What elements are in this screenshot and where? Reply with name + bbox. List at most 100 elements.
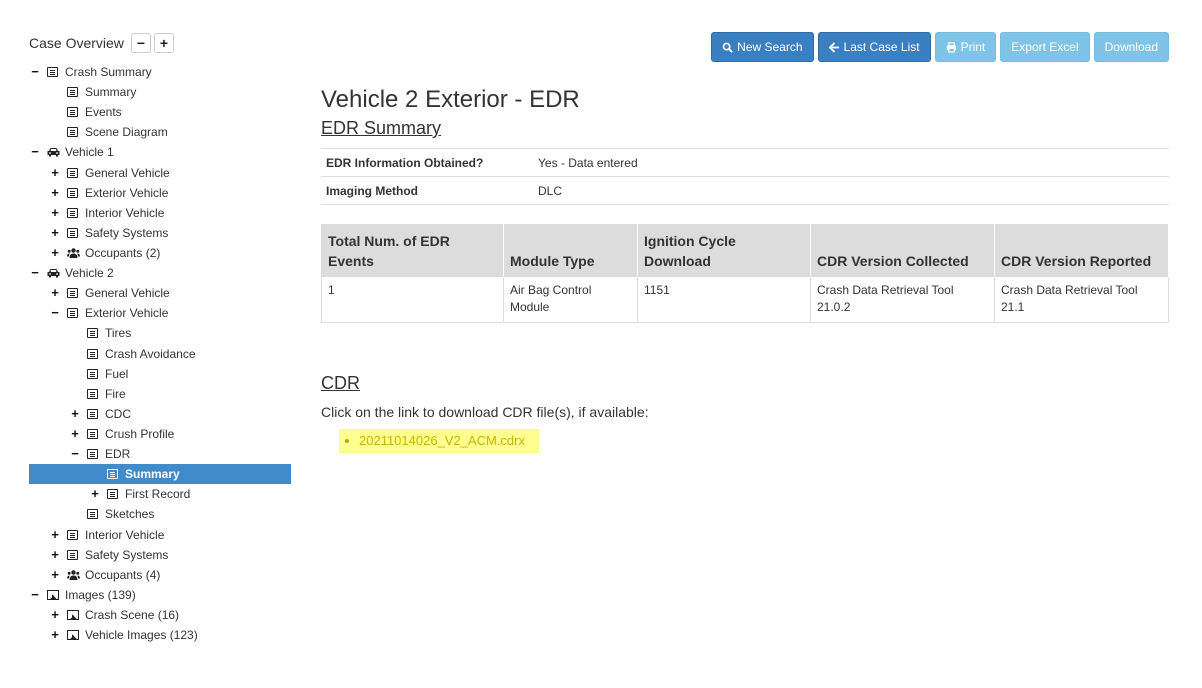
collapse-icon[interactable]: − [30,263,40,283]
image-icon [67,630,79,641]
list-item: 20211014026_V2_ACM.cdrx [345,432,525,450]
tree-node[interactable]: − Vehicle 2 [29,263,291,283]
export-excel-button[interactable]: Export Excel [1000,32,1090,62]
tree-node[interactable]: + Vehicle Images (123) [29,625,291,645]
list-icon [87,509,98,520]
tree-node[interactable]: − Vehicle 1 [29,142,291,162]
list-icon [87,408,98,419]
tree-node-label: Summary [125,467,180,482]
expand-icon[interactable]: + [50,243,60,263]
expand-icon[interactable]: + [70,424,80,444]
tree-node[interactable]: Sketches [29,504,291,524]
tree-node[interactable]: Scene Diagram [29,122,291,142]
download-button[interactable]: Download [1093,32,1169,62]
tree-node-label: Crash Scene (16) [85,607,180,622]
new-search-button[interactable]: New Search [711,32,814,62]
column-header: Module Type [503,224,638,277]
tree-node-label: Interior Vehicle [85,527,165,542]
expand-icon[interactable]: + [50,605,60,625]
collapse-all-button[interactable]: − [130,33,151,53]
tree-node-label: Safety Systems [85,547,169,562]
tree-node[interactable]: + Safety Systems [29,545,291,565]
expand-icon[interactable]: + [50,203,60,223]
collapse-icon[interactable]: − [30,142,40,162]
list-icon [67,127,78,138]
list-icon [47,67,58,77]
collapse-icon[interactable]: − [70,444,80,464]
tree-node[interactable]: + General Vehicle [29,163,291,183]
cdr-heading[interactable]: CDR [321,371,360,395]
print-icon [946,41,956,53]
tree-node-label: First Record [125,487,191,502]
tree-node[interactable]: + Crash Scene (16) [29,605,291,625]
tree-node[interactable]: − Crash Summary [29,62,291,82]
tree-title: Case Overview [29,35,124,51]
expand-icon[interactable]: + [50,163,60,183]
expand-icon[interactable]: + [50,223,60,243]
list-icon [87,328,98,339]
bullet-icon [345,438,349,443]
expand-icon[interactable]: + [50,565,60,585]
tree-node[interactable]: + Interior Vehicle [29,203,291,223]
tree-node[interactable]: − EDR [29,444,291,464]
toolbar: New Search Last Case List Print Export E… [711,32,1169,62]
tree-node-label: Vehicle Images (123) [85,628,198,643]
summary-key: Imaging Method [321,176,533,205]
collapse-icon[interactable]: − [30,62,40,82]
expand-icon[interactable]: + [50,525,60,545]
list-icon [67,308,78,319]
image-icon [67,609,79,620]
download-label: Download [1104,40,1158,54]
tree-node[interactable]: Summary [29,82,291,102]
expand-all-button[interactable]: + [153,33,174,53]
expand-icon[interactable]: + [50,183,60,203]
tree-node[interactable]: Crash Avoidance [29,344,291,364]
tree-node-label: Safety Systems [85,225,169,240]
expand-icon[interactable]: + [50,283,60,303]
tree-node[interactable]: Tires [29,323,291,343]
tree-node-label: Occupants (2) [85,245,161,260]
edr-summary-table: EDR Information Obtained? Yes - Data ent… [321,148,1169,205]
tree-node[interactable]: + Crush Profile [29,424,291,444]
table-cell: 1 [321,277,504,322]
list-icon [67,87,78,98]
collapse-icon[interactable]: − [30,585,40,605]
tree-node-label: Crash Summary [65,65,152,79]
column-header: CDR Version Collected [810,224,995,277]
tree-node[interactable]: − Exterior Vehicle [29,303,291,323]
print-button[interactable]: Print [934,32,997,62]
tree-node-label: Interior Vehicle [85,205,165,220]
tree-node-label: Summary [85,85,137,100]
tree-node[interactable]: − Images (139) [29,585,291,605]
tree-node[interactable]: + Occupants (2) [29,243,291,263]
expand-icon[interactable]: + [70,404,80,424]
tree-node-label: Fuel [105,366,129,381]
tree-node[interactable]: + Occupants (4) [29,565,291,585]
table-row: 1 Air Bag Control Module 1151 Crash Data… [321,277,1169,322]
tree-node[interactable]: + Exterior Vehicle [29,183,291,203]
list-icon [107,469,118,480]
edr-summary-heading[interactable]: EDR Summary [321,116,441,140]
tree-node[interactable]: Events [29,102,291,122]
tree-node-label: General Vehicle [85,286,170,301]
arrow-left-icon [828,41,839,53]
summary-value: DLC [533,176,1169,205]
tree-node[interactable]: Summary [29,464,291,485]
column-header: CDR Version Reported [994,224,1169,277]
print-label: Print [960,40,986,54]
cdr-file-link[interactable]: 20211014026_V2_ACM.cdrx [359,433,525,448]
expand-icon[interactable]: + [50,545,60,565]
tree-node[interactable]: Fuel [29,364,291,384]
expand-icon[interactable]: + [50,625,60,645]
users-icon [67,570,80,580]
table-cell: 1151 [637,277,811,322]
expand-icon[interactable]: + [90,484,100,504]
tree-node[interactable]: + CDC [29,404,291,424]
tree-node[interactable]: + First Record [29,484,291,504]
tree-node[interactable]: + Safety Systems [29,223,291,243]
tree-node[interactable]: Fire [29,384,291,404]
tree-node[interactable]: + Interior Vehicle [29,525,291,545]
tree-node[interactable]: + General Vehicle [29,283,291,303]
collapse-icon[interactable]: − [50,303,60,323]
last-case-list-button[interactable]: Last Case List [817,32,931,62]
